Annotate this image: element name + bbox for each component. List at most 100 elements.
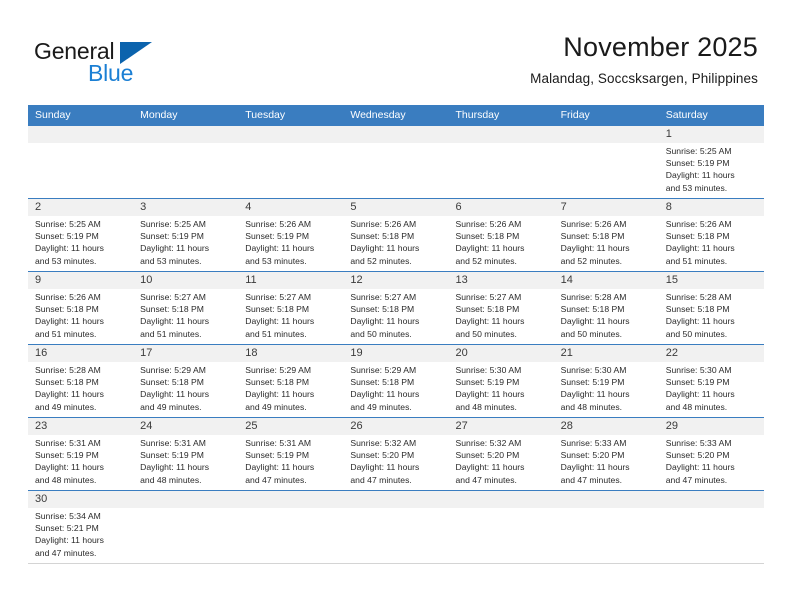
day-daylight-text: Daylight: 11 hours bbox=[140, 243, 210, 254]
week-day-numbers: 30 bbox=[28, 491, 764, 508]
day-cell[interactable]: Sunrise: 5:25 AM Sunset: 5:19 PM Daylight:… bbox=[659, 143, 764, 198]
day-number[interactable]: 28 bbox=[554, 418, 659, 435]
day-cell[interactable]: Sunrise: 5:28 AM Sunset: 5:18 PM Daylight:… bbox=[659, 289, 764, 344]
day-number[interactable]: 23 bbox=[28, 418, 133, 435]
day-cell[interactable]: Sunrise: 5:29 AM Sunset: 5:18 PM Daylight:… bbox=[133, 362, 238, 417]
day-number[interactable]: 6 bbox=[449, 199, 554, 216]
day-cell[interactable]: Sunrise: 5:26 AM Sunset: 5:18 PM Daylight:… bbox=[28, 289, 133, 344]
day-cell[interactable]: Sunrise: 5:27 AM Sunset: 5:18 PM Daylight:… bbox=[449, 289, 554, 344]
page-header: General Blue November 2025 Malandag, Soc… bbox=[0, 0, 792, 100]
calendar-week-row: 1 Sunrise: 5:25 AM Sunset: 5:19 PM Daylight… bbox=[28, 126, 764, 198]
day-daylight-text: Daylight: 11 hours bbox=[665, 243, 735, 254]
day-daylight-text: and 50 minutes. bbox=[350, 328, 412, 339]
day-sunrise-text: Sunrise: 5:27 AM bbox=[455, 292, 522, 302]
calendar-page: General Blue November 2025 Malandag, Soc… bbox=[0, 0, 792, 612]
day-number[interactable]: 10 bbox=[133, 272, 238, 289]
day-cell[interactable]: Sunrise: 5:33 AM Sunset: 5:20 PM Daylight:… bbox=[554, 435, 659, 490]
day-cell-empty bbox=[449, 508, 554, 563]
day-sunset-text: Sunset: 5:20 PM bbox=[455, 450, 520, 461]
day-cell[interactable]: Sunrise: 5:30 AM Sunset: 5:19 PM Daylight:… bbox=[449, 362, 554, 417]
day-cell[interactable]: Sunrise: 5:26 AM Sunset: 5:18 PM Daylight:… bbox=[343, 216, 448, 271]
day-number[interactable]: 27 bbox=[449, 418, 554, 435]
day-daylight-text: and 47 minutes. bbox=[665, 474, 728, 485]
day-cell[interactable]: Sunrise: 5:29 AM Sunset: 5:18 PM Daylight:… bbox=[238, 362, 343, 417]
day-daylight-text: and 48 minutes. bbox=[35, 474, 97, 485]
day-number[interactable]: 29 bbox=[659, 418, 764, 435]
day-number[interactable]: 18 bbox=[238, 345, 343, 362]
day-daylight-text: and 53 minutes. bbox=[140, 255, 202, 266]
day-daylight-text: Daylight: 11 hours bbox=[455, 316, 525, 327]
day-number[interactable]: 7 bbox=[554, 199, 659, 216]
day-cell[interactable]: Sunrise: 5:29 AM Sunset: 5:18 PM Daylight:… bbox=[343, 362, 448, 417]
day-daylight-text: Daylight: 11 hours bbox=[35, 535, 104, 546]
page-subtitle: Malandag, Soccsksargen, Philippines bbox=[530, 71, 758, 86]
brand-logo[interactable]: General Blue bbox=[34, 38, 234, 90]
day-number[interactable]: 16 bbox=[28, 345, 133, 362]
day-daylight-text: Daylight: 11 hours bbox=[560, 316, 630, 327]
day-number[interactable]: 5 bbox=[343, 199, 448, 216]
day-number[interactable]: 22 bbox=[659, 345, 764, 362]
day-number[interactable]: 12 bbox=[343, 272, 448, 289]
day-cell[interactable]: Sunrise: 5:30 AM Sunset: 5:19 PM Daylight:… bbox=[659, 362, 764, 417]
day-daylight-text: and 47 minutes. bbox=[455, 474, 517, 485]
day-cell[interactable]: Sunrise: 5:34 AM Sunset: 5:21 PM Daylight:… bbox=[28, 508, 133, 563]
day-cell[interactable]: Sunrise: 5:32 AM Sunset: 5:20 PM Daylight:… bbox=[449, 435, 554, 490]
day-number[interactable]: 3 bbox=[133, 199, 238, 216]
day-number[interactable]: 11 bbox=[238, 272, 343, 289]
day-number[interactable]: 2 bbox=[28, 199, 133, 216]
day-cell[interactable]: Sunrise: 5:31 AM Sunset: 5:19 PM Daylight:… bbox=[238, 435, 343, 490]
day-number[interactable]: 13 bbox=[449, 272, 554, 289]
week-day-numbers: 9 10 11 12 13 14 15 bbox=[28, 272, 764, 289]
day-cell-empty bbox=[28, 143, 133, 198]
day-cell[interactable]: Sunrise: 5:33 AM Sunset: 5:20 PM Daylight:… bbox=[659, 435, 764, 490]
day-cell[interactable]: Sunrise: 5:28 AM Sunset: 5:18 PM Daylight:… bbox=[554, 289, 659, 344]
day-number[interactable]: 1 bbox=[659, 126, 764, 143]
day-daylight-text: Daylight: 11 hours bbox=[455, 462, 525, 473]
calendar-weeks: 1 Sunrise: 5:25 AM Sunset: 5:19 PM Daylight… bbox=[28, 126, 764, 564]
day-sunrise-text: Sunrise: 5:26 AM bbox=[665, 219, 732, 229]
day-cell-empty bbox=[554, 143, 659, 198]
day-cell[interactable]: Sunrise: 5:27 AM Sunset: 5:18 PM Daylight:… bbox=[238, 289, 343, 344]
day-daylight-text: and 48 minutes. bbox=[140, 474, 202, 485]
day-sunrise-text: Sunrise: 5:26 AM bbox=[560, 219, 627, 229]
day-cell[interactable]: Sunrise: 5:31 AM Sunset: 5:19 PM Daylight:… bbox=[133, 435, 238, 490]
day-number[interactable]: 30 bbox=[28, 491, 133, 508]
day-sunset-text: Sunset: 5:19 PM bbox=[665, 158, 730, 169]
weekday-header-thursday: Thursday bbox=[455, 109, 500, 121]
day-cell[interactable]: Sunrise: 5:31 AM Sunset: 5:19 PM Daylight:… bbox=[28, 435, 133, 490]
day-number[interactable]: 20 bbox=[449, 345, 554, 362]
day-cell[interactable]: Sunrise: 5:26 AM Sunset: 5:18 PM Daylight:… bbox=[659, 216, 764, 271]
day-cell[interactable]: Sunrise: 5:26 AM Sunset: 5:19 PM Daylight:… bbox=[238, 216, 343, 271]
day-number[interactable]: 4 bbox=[238, 199, 343, 216]
day-sunrise-text: Sunrise: 5:29 AM bbox=[140, 365, 206, 375]
day-number[interactable]: 21 bbox=[554, 345, 659, 362]
day-number[interactable]: 19 bbox=[343, 345, 448, 362]
day-cell[interactable]: Sunrise: 5:27 AM Sunset: 5:18 PM Daylight:… bbox=[343, 289, 448, 344]
day-cell[interactable]: Sunrise: 5:30 AM Sunset: 5:19 PM Daylight:… bbox=[554, 362, 659, 417]
day-sunrise-text: Sunrise: 5:27 AM bbox=[245, 292, 312, 302]
day-daylight-text: and 47 minutes. bbox=[350, 474, 412, 485]
weekday-header-tuesday: Tuesday bbox=[245, 109, 286, 121]
day-cell[interactable]: Sunrise: 5:32 AM Sunset: 5:20 PM Daylight:… bbox=[343, 435, 448, 490]
day-cell[interactable]: Sunrise: 5:27 AM Sunset: 5:18 PM Daylight:… bbox=[133, 289, 238, 344]
day-cell[interactable]: Sunrise: 5:28 AM Sunset: 5:18 PM Daylight:… bbox=[28, 362, 133, 417]
day-number[interactable]: 9 bbox=[28, 272, 133, 289]
day-number[interactable]: 14 bbox=[554, 272, 659, 289]
day-cell[interactable]: Sunrise: 5:26 AM Sunset: 5:18 PM Daylight:… bbox=[554, 216, 659, 271]
calendar-week-row: 16 17 18 19 20 21 22 Sunrise: 5:28 AM Sunset: 5:… bbox=[28, 344, 764, 417]
week-day-numbers: 16 17 18 19 20 21 22 bbox=[28, 345, 764, 362]
day-cell[interactable]: Sunrise: 5:26 AM Sunset: 5:18 PM Daylight:… bbox=[449, 216, 554, 271]
day-number[interactable]: 26 bbox=[343, 418, 448, 435]
brand-name-blue: Blue bbox=[88, 60, 134, 86]
day-cell[interactable]: Sunrise: 5:25 AM Sunset: 5:19 PM Daylight:… bbox=[133, 216, 238, 271]
week-day-details: Sunrise: 5:25 AM Sunset: 5:19 PM Daylight:… bbox=[28, 143, 764, 198]
day-sunset-text: Sunset: 5:19 PM bbox=[560, 377, 625, 388]
day-number[interactable]: 17 bbox=[133, 345, 238, 362]
day-number[interactable]: 8 bbox=[659, 199, 764, 216]
day-daylight-text: and 49 minutes. bbox=[245, 401, 307, 412]
day-number[interactable]: 25 bbox=[238, 418, 343, 435]
day-sunset-text: Sunset: 5:21 PM bbox=[35, 523, 99, 534]
day-number[interactable]: 15 bbox=[659, 272, 764, 289]
day-number[interactable]: 24 bbox=[133, 418, 238, 435]
day-cell[interactable]: Sunrise: 5:25 AM Sunset: 5:19 PM Daylight:… bbox=[28, 216, 133, 271]
